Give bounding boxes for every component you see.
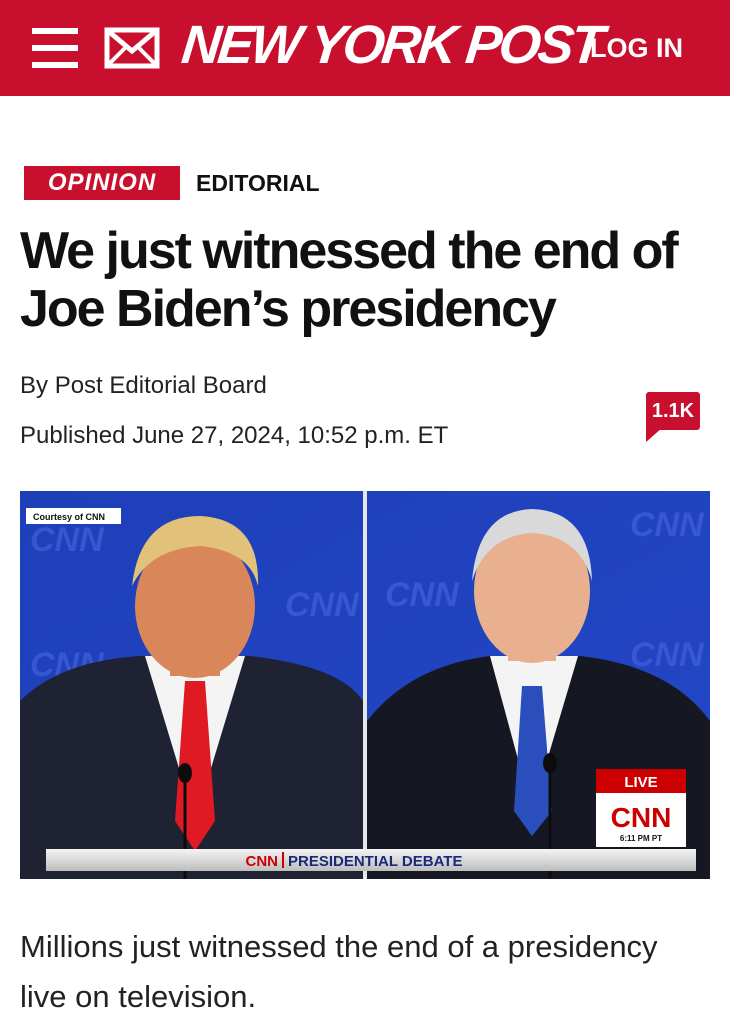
byline-prefix: By — [20, 372, 55, 399]
category-label-editorial[interactable]: EDITORIAL — [196, 166, 320, 200]
article-photo[interactable]: CNN CNN CNN CNN CNN CNN Courtesy of CNN … — [20, 491, 710, 879]
bg-watermark-1: CNN — [30, 521, 105, 559]
hamburger-menu-icon[interactable] — [32, 28, 78, 68]
live-label: LIVE — [624, 774, 657, 791]
live-bug: LIVE CNN 6:11 PM PT — [596, 769, 686, 847]
published-date: Published June 27, 2024, 10:52 p.m. ET — [20, 422, 449, 449]
photo-credit: Courtesy of CNN — [33, 512, 105, 522]
comment-count-button[interactable]: 1.1K — [646, 392, 700, 444]
lower-third: CNN PRESIDENTIAL DEBATE — [46, 849, 696, 871]
bg-watermark-6: CNN — [630, 636, 705, 674]
author-link[interactable]: Post Editorial Board — [55, 372, 267, 399]
comment-bubble-icon — [646, 428, 662, 442]
article-headline: We just witnessed the end of Joe Biden’s… — [20, 222, 679, 338]
article-lede: Millions just witnessed the end of a pre… — [20, 929, 658, 1014]
broadcast-time: 6:11 PM PT — [620, 834, 662, 843]
site-logo[interactable]: NEW YORK POST — [179, 14, 605, 76]
section-label-opinion[interactable]: OPINION — [24, 166, 180, 200]
bg-watermark-5: CNN — [630, 506, 705, 544]
bg-watermark-2: CNN — [285, 586, 360, 624]
comment-count: 1.1K — [646, 392, 700, 430]
byline: By Post Editorial Board — [20, 372, 267, 400]
lower-third-title: PRESIDENTIAL DEBATE — [288, 853, 462, 870]
envelope-icon[interactable] — [104, 27, 160, 69]
cnn-logo: CNN — [611, 802, 672, 833]
site-header: NEW YORK POST LOG IN — [0, 0, 730, 96]
lower-third-network: CNN — [246, 853, 279, 870]
bg-watermark-4: CNN — [385, 576, 460, 614]
login-link[interactable]: LOG IN — [590, 30, 683, 66]
debate-screenshot: CNN CNN CNN CNN CNN CNN Courtesy of CNN … — [20, 491, 710, 879]
